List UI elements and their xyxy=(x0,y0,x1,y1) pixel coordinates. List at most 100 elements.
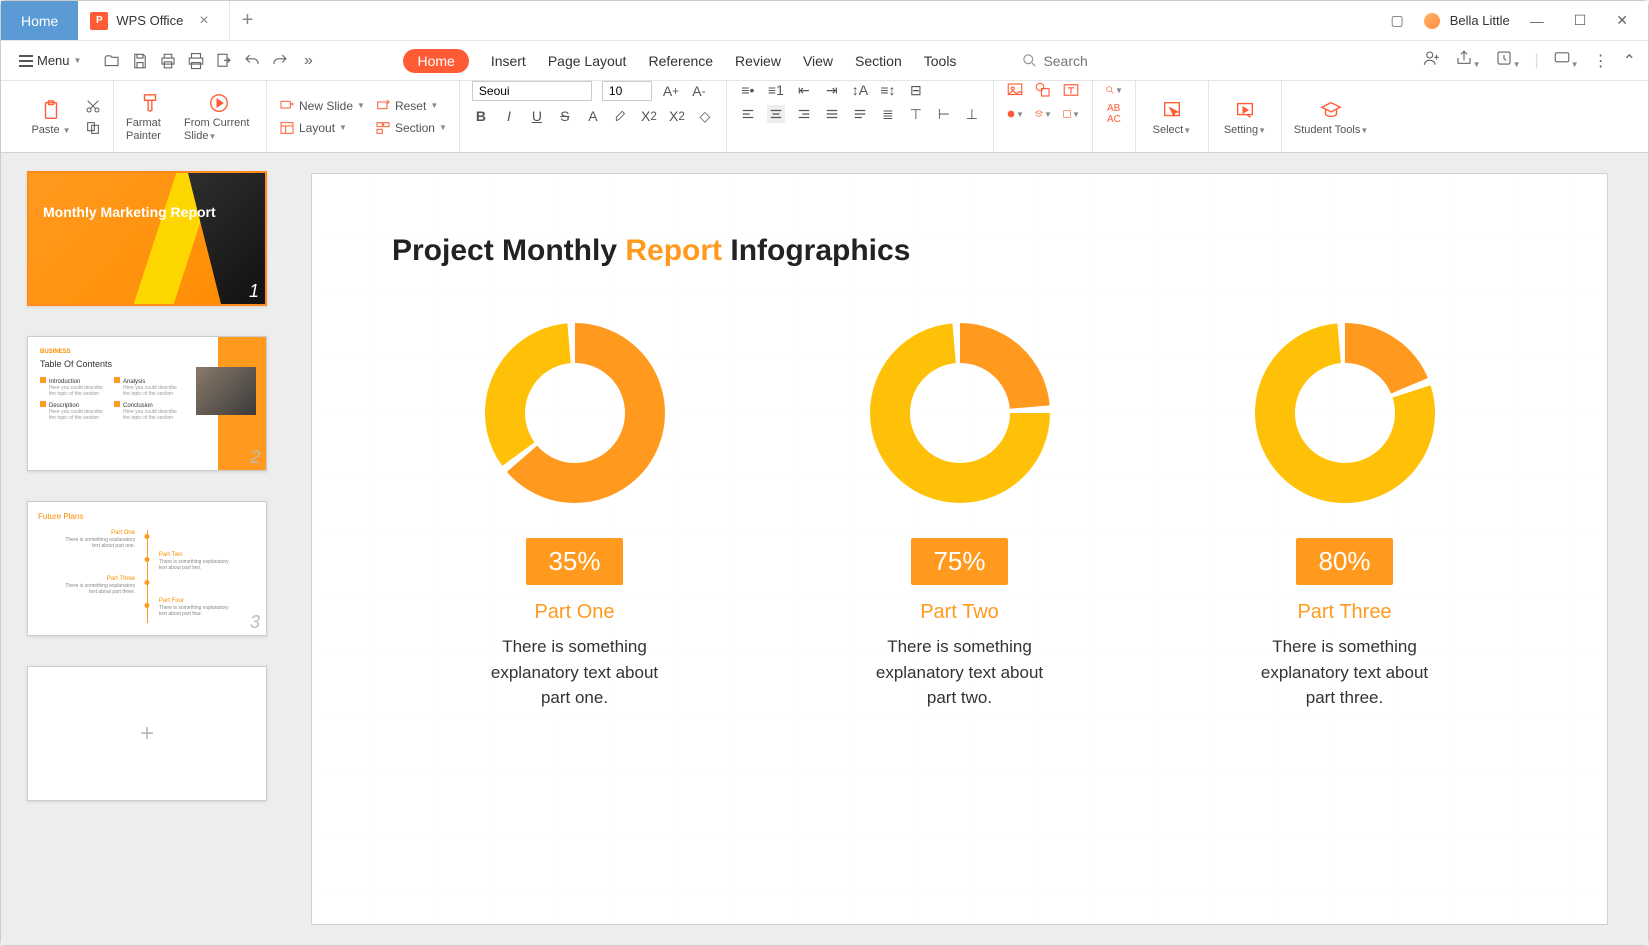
paste-button[interactable]: Paste ▼ xyxy=(27,98,75,136)
menu-button[interactable]: Menu ▼ xyxy=(13,49,87,72)
search-input[interactable] xyxy=(1043,53,1163,69)
tab-tools[interactable]: Tools xyxy=(924,49,957,73)
minimize-button[interactable]: — xyxy=(1520,9,1554,33)
align-bottom-button[interactable]: ⊥ xyxy=(963,105,981,123)
subscript-button[interactable]: X2 xyxy=(668,107,686,125)
bold-button[interactable]: B xyxy=(472,107,490,125)
numbering-button[interactable]: ≡1 xyxy=(767,81,785,99)
outline-button[interactable]: ▼ xyxy=(1062,105,1080,123)
align-left-button[interactable] xyxy=(739,105,757,123)
format-painter-button[interactable]: Farmat Painter xyxy=(126,91,174,141)
close-tab-button[interactable]: × xyxy=(191,12,216,30)
align-text-button[interactable]: ⊟ xyxy=(907,81,925,99)
font-size-select[interactable] xyxy=(602,81,652,101)
add-user-icon[interactable] xyxy=(1423,49,1441,72)
new-tab-button[interactable]: + xyxy=(230,9,266,32)
distribute-button[interactable] xyxy=(851,105,869,123)
document-tab[interactable]: P WPS Office × xyxy=(78,1,229,40)
justify-button[interactable] xyxy=(823,105,841,123)
new-slide-button[interactable]: New Slide▼ xyxy=(279,98,365,114)
superscript-button[interactable]: X2 xyxy=(640,107,658,125)
more-icon[interactable]: ⋮ xyxy=(1593,51,1609,71)
cut-button[interactable] xyxy=(85,98,101,114)
donut-chart-1[interactable] xyxy=(480,318,670,508)
donut-column-3[interactable]: 80% Part Three There is something explan… xyxy=(1245,318,1445,711)
user-name[interactable]: Bella Little xyxy=(1450,13,1510,28)
align-middle-button[interactable]: ⊢ xyxy=(935,105,953,123)
print-icon[interactable] xyxy=(187,52,205,70)
layout-button[interactable]: Layout▼ xyxy=(279,120,365,136)
tab-view[interactable]: View xyxy=(803,49,833,73)
tab-reference[interactable]: Reference xyxy=(648,49,713,73)
tab-home[interactable]: Home xyxy=(403,49,468,73)
shapes-button[interactable] xyxy=(1034,81,1052,99)
tab-page-layout[interactable]: Page Layout xyxy=(548,49,627,73)
replace-button[interactable]: ABAC xyxy=(1105,105,1123,123)
donut-chart-3[interactable] xyxy=(1250,318,1440,508)
collapse-ribbon-icon[interactable]: ⌃ xyxy=(1623,51,1636,71)
section-button[interactable]: Section▼ xyxy=(375,120,447,136)
italic-button[interactable]: I xyxy=(500,107,518,125)
user-avatar[interactable] xyxy=(1424,13,1440,29)
reset-button[interactable]: Reset▼ xyxy=(375,98,447,114)
clear-formatting-button[interactable]: ◇ xyxy=(696,107,714,125)
play-from-current-button[interactable]: From Current Slide▼ xyxy=(184,91,254,141)
print-preview-icon[interactable] xyxy=(159,52,177,70)
presentation-icon: P xyxy=(90,12,108,30)
line-spacing-button[interactable]: ≡↕ xyxy=(879,81,897,99)
window-layout-icon[interactable]: ▢ xyxy=(1380,8,1413,33)
decrease-font-icon[interactable]: A- xyxy=(690,82,708,100)
student-tools-button[interactable]: Student Tools▼ xyxy=(1294,98,1368,136)
slide-thumb-1[interactable]: Monthly Marketing Report 1 xyxy=(27,171,267,306)
slide-thumbnail-panel[interactable]: Monthly Marketing Report 1 BUSINESS Tabl… xyxy=(1,153,301,945)
columns-button[interactable]: ≣ xyxy=(879,105,897,123)
slide-thumb-2[interactable]: BUSINESS Table Of Contents IntroductionH… xyxy=(27,336,267,471)
undo-icon[interactable] xyxy=(243,52,261,70)
home-tab-button[interactable]: Home xyxy=(1,1,78,40)
new-slide-thumb[interactable]: + xyxy=(27,666,267,801)
qat-more-icon[interactable]: » xyxy=(299,52,317,70)
tab-section[interactable]: Section xyxy=(855,49,902,73)
search-box[interactable] xyxy=(1022,53,1163,69)
share-icon[interactable]: ▼ xyxy=(1455,49,1481,72)
align-center-button[interactable] xyxy=(767,105,785,123)
donut-column-2[interactable]: 75% Part Two There is something explanat… xyxy=(860,318,1060,711)
slide-thumb-3[interactable]: Future Plans Part OneThere is something … xyxy=(27,501,267,636)
history-icon[interactable]: ▼ xyxy=(1495,49,1521,72)
quick-access-toolbar: » xyxy=(103,52,317,70)
text-direction-button[interactable]: ↕A xyxy=(851,81,869,99)
redo-icon[interactable] xyxy=(271,52,289,70)
find-button[interactable]: ▼ xyxy=(1105,81,1123,99)
setting-button[interactable]: Setting▼ xyxy=(1221,98,1269,136)
align-right-button[interactable] xyxy=(795,105,813,123)
slide-canvas[interactable]: Project Monthly Report Infographics 35% … xyxy=(311,173,1608,925)
font-color-button[interactable]: A xyxy=(584,107,602,125)
copy-button[interactable] xyxy=(85,120,101,136)
arrange-button[interactable]: ▼ xyxy=(1034,105,1052,123)
underline-button[interactable]: U xyxy=(528,107,546,125)
donut-column-1[interactable]: 35% Part One There is something explanat… xyxy=(475,318,675,711)
picture-button[interactable] xyxy=(1006,81,1024,99)
save-icon[interactable] xyxy=(131,52,149,70)
clipboard-icon xyxy=(39,98,63,122)
align-top-button[interactable]: ⊤ xyxy=(907,105,925,123)
slide-title[interactable]: Project Monthly Report Infographics xyxy=(392,234,1527,268)
open-folder-icon[interactable] xyxy=(103,52,121,70)
text-box-button[interactable] xyxy=(1062,81,1080,99)
close-window-button[interactable]: ✕ xyxy=(1606,8,1638,33)
export-icon[interactable] xyxy=(215,52,233,70)
highlight-button[interactable] xyxy=(612,107,630,125)
bullets-button[interactable]: ≡• xyxy=(739,81,757,99)
select-button[interactable]: Select▼ xyxy=(1148,98,1196,136)
font-select[interactable] xyxy=(472,81,592,101)
donut-chart-2[interactable] xyxy=(865,318,1055,508)
increase-indent-button[interactable]: ⇥ xyxy=(823,81,841,99)
fill-button[interactable]: ▼ xyxy=(1006,105,1024,123)
tab-review[interactable]: Review xyxy=(735,49,781,73)
increase-font-icon[interactable]: A+ xyxy=(662,82,680,100)
maximize-button[interactable]: ☐ xyxy=(1564,8,1597,33)
strikethrough-button[interactable]: S xyxy=(556,107,574,125)
message-icon[interactable]: ▼ xyxy=(1553,49,1579,72)
tab-insert[interactable]: Insert xyxy=(491,49,526,73)
decrease-indent-button[interactable]: ⇤ xyxy=(795,81,813,99)
